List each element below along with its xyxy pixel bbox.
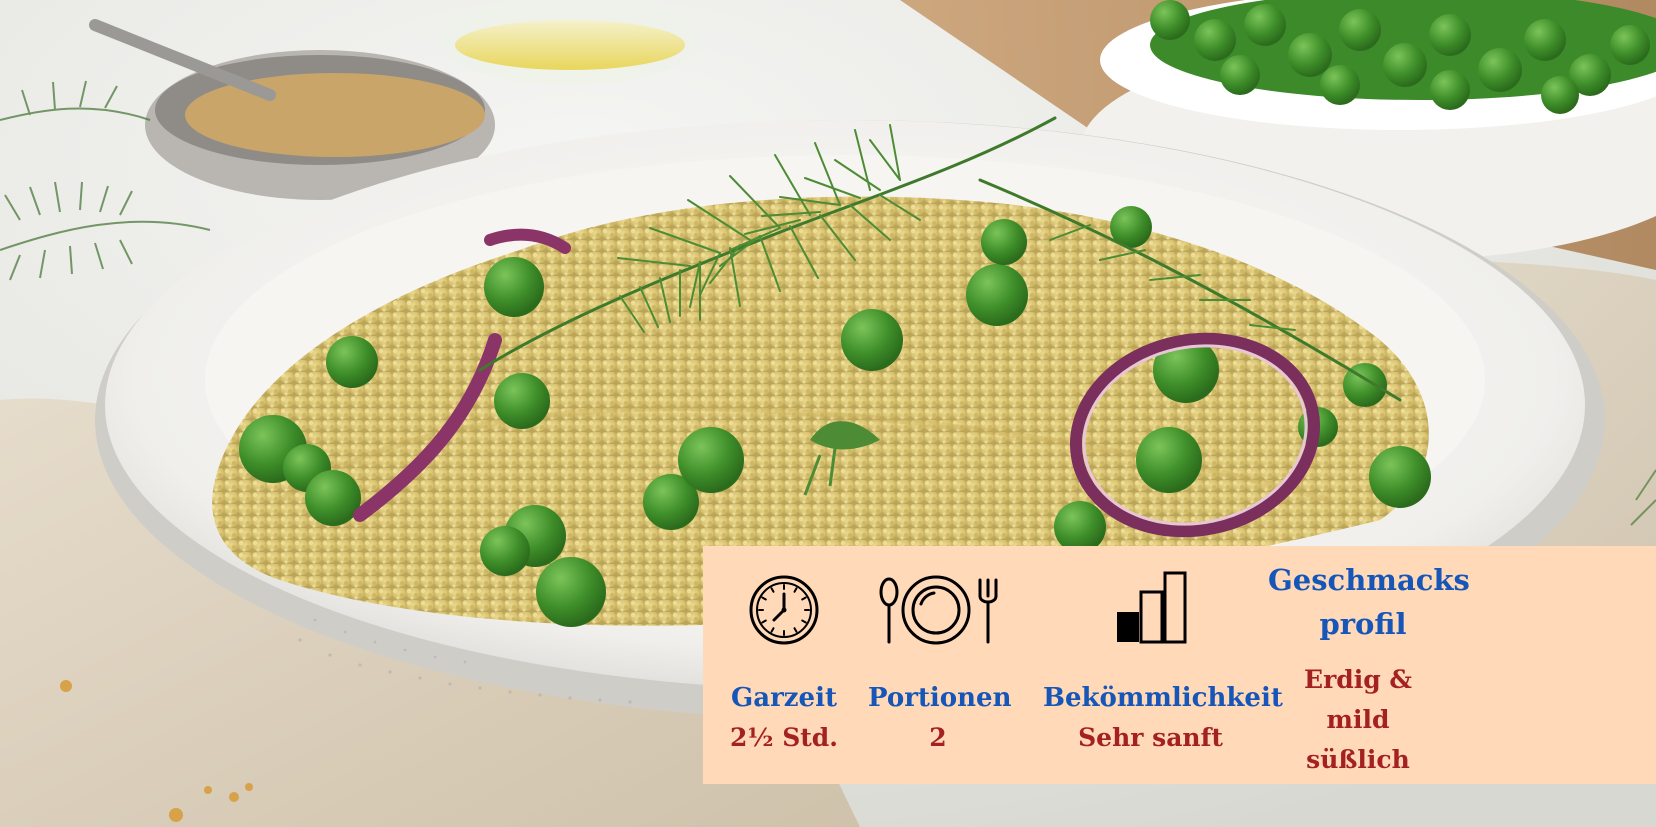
cook-time-label: Garzeit	[731, 683, 837, 713]
digestibility-value: Sehr sanft	[1078, 723, 1223, 752]
taste-profile-heading-line2: profil	[1319, 607, 1407, 641]
digestibility-label: Bekömmlichkeit	[1043, 683, 1283, 713]
cook-time-value: 2½ Std.	[730, 723, 838, 752]
taste-profile-value-line1: Erdig &	[1304, 665, 1412, 694]
servings-item: Portionen 2	[868, 546, 1012, 784]
recipe-info-panel: Garzeit 2½ Std. Portionen 2 Bekömmlichke…	[703, 546, 1656, 784]
level-bars-icon	[1116, 571, 1186, 644]
taste-profile-item: Geschmacks profil Erdig & mild süßlich	[1268, 546, 1470, 784]
clock-icon	[749, 575, 819, 645]
digestibility-item: Bekömmlichkeit Sehr sanft	[1043, 546, 1283, 784]
cook-time-item: Garzeit 2½ Std.	[725, 546, 843, 784]
plate-cutlery-icon	[879, 575, 998, 645]
servings-label: Portionen	[868, 683, 1012, 713]
taste-profile-heading-line1: Geschmacks	[1268, 563, 1470, 597]
taste-profile-value-line3: süßlich	[1306, 745, 1410, 774]
recipe-card: Garzeit 2½ Std. Portionen 2 Bekömmlichke…	[0, 0, 1656, 827]
servings-value: 2	[929, 723, 947, 752]
taste-profile-value-line2: mild	[1326, 705, 1390, 734]
